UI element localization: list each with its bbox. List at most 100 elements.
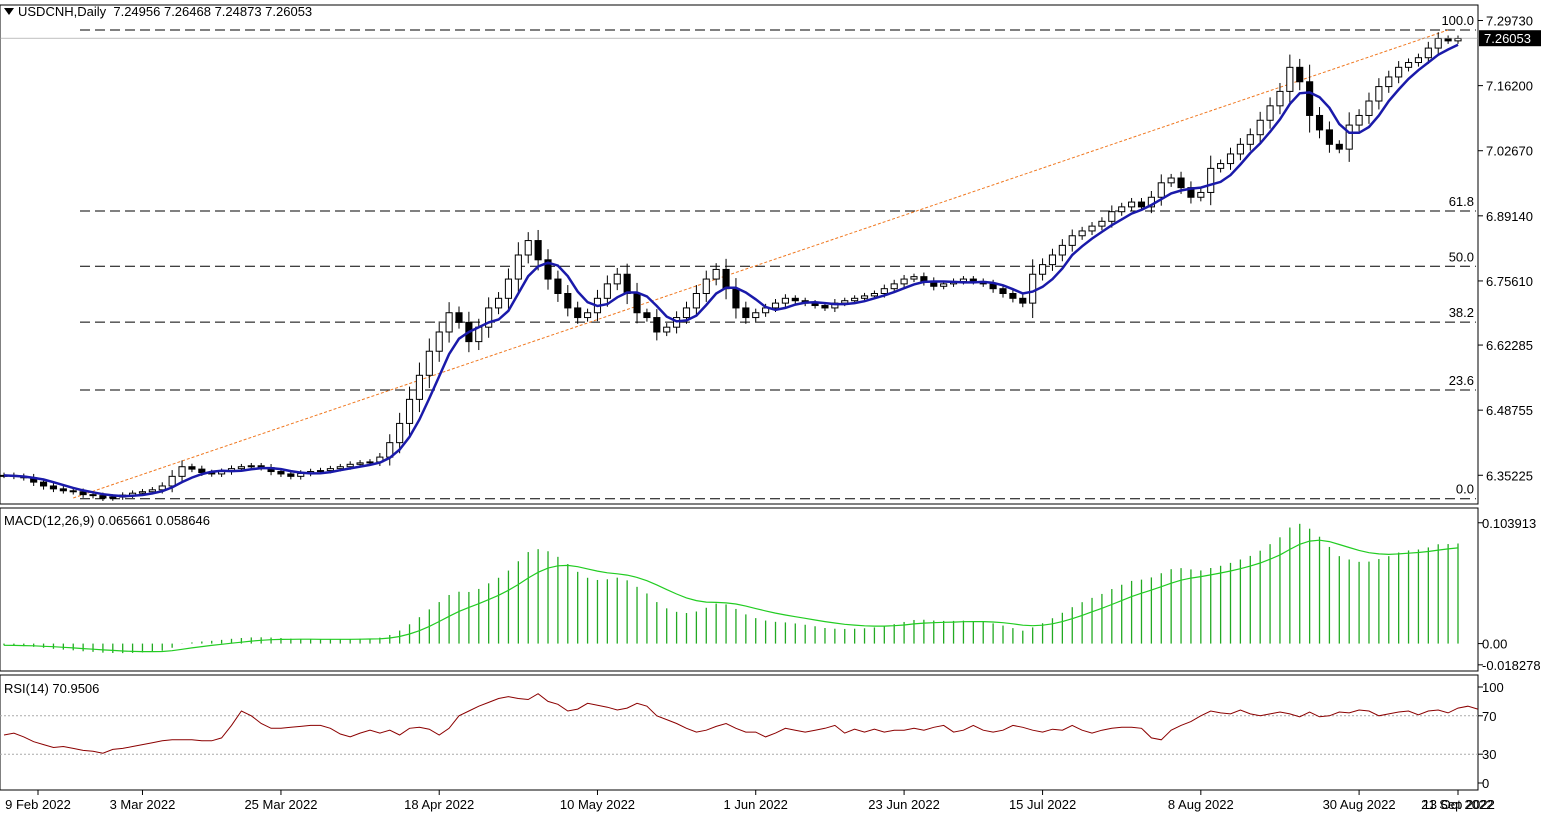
candle-body <box>79 491 87 496</box>
price-tick-label: 6.75610 <box>1486 274 1533 289</box>
date-tick-label: 9 Feb 2022 <box>5 797 71 812</box>
candle-body <box>99 495 107 499</box>
current-price-label: 7.26053 <box>1484 31 1531 46</box>
price-pane[interactable]: 100.0 61.8 50.0 38.2 23.6 0.0 <box>0 4 1479 505</box>
candle-body <box>396 422 404 444</box>
date-tick-label: 23 Jun 2022 <box>868 797 940 812</box>
candle-body <box>1019 297 1027 304</box>
candle-body <box>940 283 948 287</box>
candle-body <box>1167 177 1175 184</box>
candle-body <box>69 490 77 493</box>
candle-body <box>178 466 186 477</box>
candle-body <box>1108 211 1116 222</box>
macd-tick-label: 0.00 <box>1482 637 1507 652</box>
candle-body <box>574 307 582 319</box>
candle-body <box>623 273 631 294</box>
fib-level-label: 100.0 <box>1441 13 1474 28</box>
date-tick-label: 18 Apr 2022 <box>404 797 474 812</box>
chart-canvas[interactable]: 100.0 61.8 50.0 38.2 23.6 0.0 7.29730 7.16200 7… <box>0 0 1542 821</box>
candle-body <box>1306 81 1314 116</box>
candle-body <box>237 466 245 470</box>
candle-body <box>1414 57 1423 64</box>
candle-body <box>1068 235 1076 246</box>
candle-body <box>692 292 700 309</box>
rsi-axis: 100 70 30 0 <box>1478 680 1504 791</box>
candle-body <box>742 307 750 319</box>
candle-body <box>564 292 572 309</box>
candle-body <box>336 466 344 470</box>
candle-body <box>89 494 97 497</box>
candle-body <box>405 398 414 424</box>
rsi-label: RSI(14) 70.9506 <box>4 681 100 696</box>
candle-body <box>1118 206 1126 213</box>
symbol-label: USDCNH,Daily <box>18 4 107 19</box>
macd-tick-label: -0.018278 <box>1482 658 1541 673</box>
date-tick-label: 30 Aug 2022 <box>1323 797 1396 812</box>
candle-body <box>613 273 621 285</box>
candle-body <box>1256 119 1264 136</box>
macd-axis: 0.103913 0.00 -0.018278 <box>1478 516 1541 673</box>
candle-body <box>584 312 592 319</box>
price-tick-label: 6.35225 <box>1486 468 1533 483</box>
candle-body <box>1375 86 1383 102</box>
candle-body <box>554 278 562 294</box>
ohlc-values: 7.24956 7.26468 7.24873 7.26053 <box>113 4 313 19</box>
price-tick-label: 7.29730 <box>1486 14 1533 29</box>
candle-body <box>781 297 789 304</box>
candle-body <box>514 254 522 280</box>
candle-body <box>1404 62 1413 68</box>
candle-body <box>653 317 661 333</box>
candle-body <box>712 268 720 280</box>
candle-body <box>1177 177 1185 189</box>
rsi-tick-label: 100 <box>1482 680 1504 695</box>
candle-body <box>1029 273 1037 304</box>
candle-body <box>198 468 206 473</box>
price-pane-frame <box>0 4 1479 505</box>
fib-level-label: 23.6 <box>1449 373 1474 388</box>
dropdown-triangle-icon[interactable] <box>4 8 14 15</box>
candle-body <box>1058 244 1066 256</box>
candle-body <box>277 471 285 475</box>
candle-body <box>1325 129 1333 145</box>
candle-body <box>1128 201 1136 208</box>
fib-level-label: 61.8 <box>1449 194 1474 209</box>
candle-body <box>346 463 354 468</box>
candle-body <box>791 297 799 302</box>
macd-pane-frame <box>0 507 1479 672</box>
candle-body <box>1217 163 1225 169</box>
date-tick-label: 8 Aug 2022 <box>1168 797 1234 812</box>
candle-body <box>910 276 918 280</box>
candle-body <box>109 496 117 499</box>
candle-body <box>702 278 710 294</box>
date-tick-label: 15 Jul 2022 <box>1009 797 1076 812</box>
rsi-pane[interactable] <box>0 674 1479 791</box>
candle-body <box>1009 292 1017 299</box>
candle-body <box>168 475 176 487</box>
candle-body <box>455 312 463 323</box>
candle-body <box>1137 201 1146 208</box>
fib-level-label: 0.0 <box>1456 482 1474 497</box>
date-tick-label: 25 Mar 2022 <box>244 797 317 812</box>
rsi-tick-label: 0 <box>1482 776 1489 791</box>
candle-body <box>1395 66 1403 78</box>
date-tick-label: 3 Mar 2022 <box>110 797 176 812</box>
candle-body <box>1266 105 1274 121</box>
candle-body <box>247 465 255 468</box>
candle-body <box>643 312 651 319</box>
candle-body <box>1207 167 1215 193</box>
candle-body <box>1246 134 1254 145</box>
price-tick-label: 6.62285 <box>1486 338 1533 353</box>
candle-body <box>682 307 691 319</box>
candle-body <box>722 268 730 290</box>
price-tick-label: 6.48755 <box>1486 403 1533 418</box>
candle-body <box>138 491 147 494</box>
macd-label: MACD(12,26,9) 0.065661 0.058646 <box>4 513 210 528</box>
candle-body <box>1335 143 1343 150</box>
candle-body <box>870 292 878 297</box>
candle-body <box>1355 114 1363 126</box>
candle-body <box>1345 124 1353 150</box>
date-axis[interactable]: 9 Feb 2022 3 Mar 2022 25 Mar 2022 18 Apr 20… <box>5 790 1495 812</box>
candle-body <box>366 461 374 464</box>
candle-body <box>1296 66 1304 83</box>
macd-pane[interactable] <box>0 507 1479 672</box>
